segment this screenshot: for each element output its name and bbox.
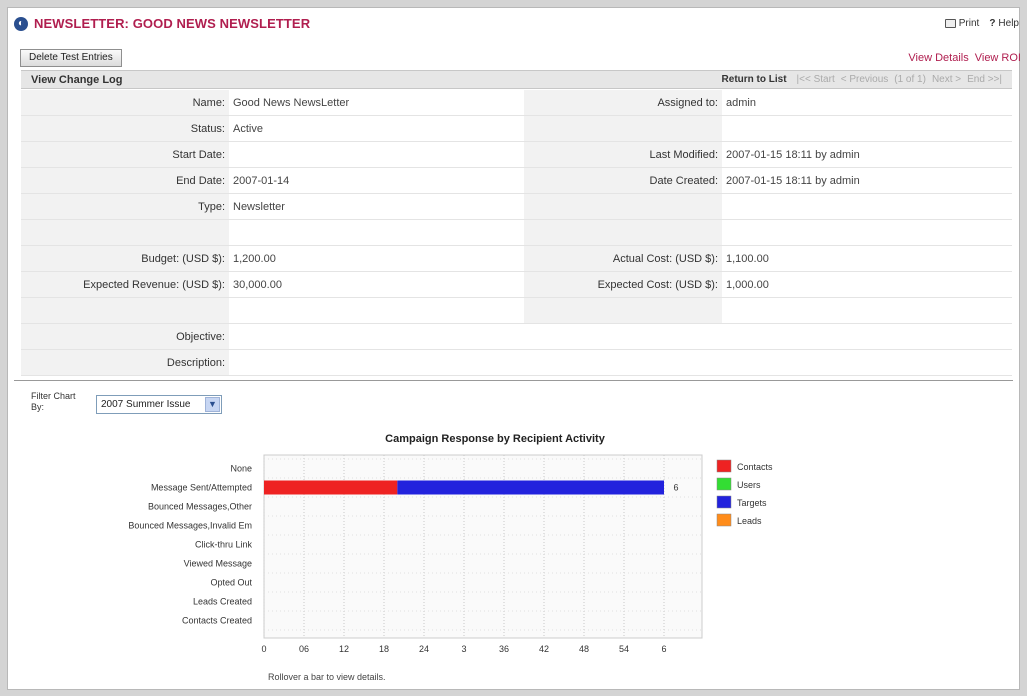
description-value <box>229 350 1012 375</box>
newsletter-icon: ◐ <box>14 16 28 31</box>
detail-row: Expected Revenue: (USD $): 30,000.00 Exp… <box>21 272 1012 298</box>
detail-row: End Date: 2007-01-14 Date Created: 2007-… <box>21 168 1012 194</box>
empty-label <box>524 220 722 245</box>
detail-grid: Name: Good News NewsLetter Assigned to: … <box>21 90 1012 376</box>
nav-page-info: (1 of 1) <box>894 74 926 85</box>
detail-row: Type: Newsletter <box>21 194 1012 220</box>
nav-start[interactable]: |<< Start <box>797 74 835 85</box>
last-modified-label: Last Modified: <box>524 142 722 167</box>
detail-row: Objective: <box>21 324 1012 350</box>
empty-label <box>21 298 229 323</box>
chart-title: Campaign Response by Recipient Activity <box>385 433 605 445</box>
detail-row: Budget: (USD $): 1,200.00 Actual Cost: (… <box>21 246 1012 272</box>
expected-cost-value: 1,000.00 <box>726 279 769 291</box>
help-link[interactable]: ? Help <box>989 18 1019 29</box>
page-header: ◐ NEWSLETTER: GOOD NEWS NEWSLETTER <box>14 16 310 31</box>
start-date-value <box>229 142 524 167</box>
name-label: Name: <box>21 90 229 115</box>
objective-label: Objective: <box>21 324 229 349</box>
empty-label <box>21 220 229 245</box>
detail-row <box>21 298 1012 324</box>
print-icon <box>944 19 956 28</box>
type-value: Newsletter <box>233 201 285 213</box>
print-label: Print <box>958 18 980 29</box>
section-divider <box>14 380 1013 381</box>
empty-value <box>722 298 1012 323</box>
last-modified-value: 2007-01-15 18:11 by admin <box>726 149 860 161</box>
filter-selected-value: 2007 Summer Issue <box>101 399 191 410</box>
chart-footnote: Rollover a bar to view details. <box>268 672 386 682</box>
page-title: NEWSLETTER: GOOD NEWS NEWSLETTER <box>34 16 311 31</box>
view-roi-link[interactable]: View ROI <box>975 52 1021 64</box>
actual-cost-label: Actual Cost: (USD $): <box>524 246 722 271</box>
record-nav: Return to List |<< Start < Previous (1 o… <box>722 74 1002 85</box>
name-value: Good News NewsLetter <box>233 97 350 109</box>
filter-chart-label: Filter Chart By: <box>31 391 76 412</box>
end-date-label: End Date: <box>21 168 229 193</box>
description-label: Description: <box>21 350 229 375</box>
change-log-bar: View Change Log Return to List |<< Start… <box>21 70 1012 89</box>
empty-value <box>722 220 1012 245</box>
view-change-log-link[interactable]: View Change Log <box>31 74 122 86</box>
top-links: Print ? Help <box>944 18 1019 29</box>
nav-next[interactable]: Next > <box>932 74 961 85</box>
type-label: Type: <box>21 194 229 219</box>
empty-label <box>524 116 722 141</box>
assigned-value: admin <box>726 97 756 109</box>
status-label: Status: <box>21 116 229 141</box>
delete-test-entries-button[interactable]: Delete Test Entries <box>20 49 122 67</box>
print-link[interactable]: Print <box>944 18 980 29</box>
help-icon: ? <box>989 18 996 29</box>
budget-value: 1,200.00 <box>233 253 276 265</box>
empty-value <box>722 194 1012 219</box>
date-created-value: 2007-01-15 18:11 by admin <box>726 175 860 187</box>
status-value: Active <box>233 123 263 135</box>
return-to-list-link[interactable]: Return to List <box>722 74 787 85</box>
start-date-label: Start Date: <box>21 142 229 167</box>
budget-label: Budget: (USD $): <box>21 246 229 271</box>
view-links: View Details View ROI <box>908 52 1021 64</box>
objective-value <box>229 324 1012 349</box>
empty-value <box>229 220 524 245</box>
filter-chart-select[interactable]: 2007 Summer Issue ▼ <box>96 395 222 414</box>
expected-revenue-value: 30,000.00 <box>233 279 282 291</box>
detail-row <box>21 220 1012 246</box>
view-details-link[interactable]: View Details <box>908 52 968 64</box>
empty-label <box>524 298 722 323</box>
end-date-value: 2007-01-14 <box>233 175 290 187</box>
expected-cost-label: Expected Cost: (USD $): <box>524 272 722 297</box>
nav-end[interactable]: End >>| <box>967 74 1002 85</box>
detail-row: Start Date: Last Modified: 2007-01-15 18… <box>21 142 1012 168</box>
empty-value <box>722 116 1012 141</box>
empty-label <box>524 194 722 219</box>
detail-row: Name: Good News NewsLetter Assigned to: … <box>21 90 1012 116</box>
detail-row: Description: <box>21 350 1012 376</box>
expected-revenue-label: Expected Revenue: (USD $): <box>21 272 229 297</box>
date-created-label: Date Created: <box>524 168 722 193</box>
chevron-down-icon[interactable]: ▼ <box>205 397 220 412</box>
nav-previous[interactable]: < Previous <box>841 74 889 85</box>
actual-cost-value: 1,100.00 <box>726 253 769 265</box>
detail-row: Status: Active <box>21 116 1012 142</box>
empty-value <box>229 298 524 323</box>
assigned-label: Assigned to: <box>524 90 722 115</box>
help-label: Help <box>998 18 1019 29</box>
